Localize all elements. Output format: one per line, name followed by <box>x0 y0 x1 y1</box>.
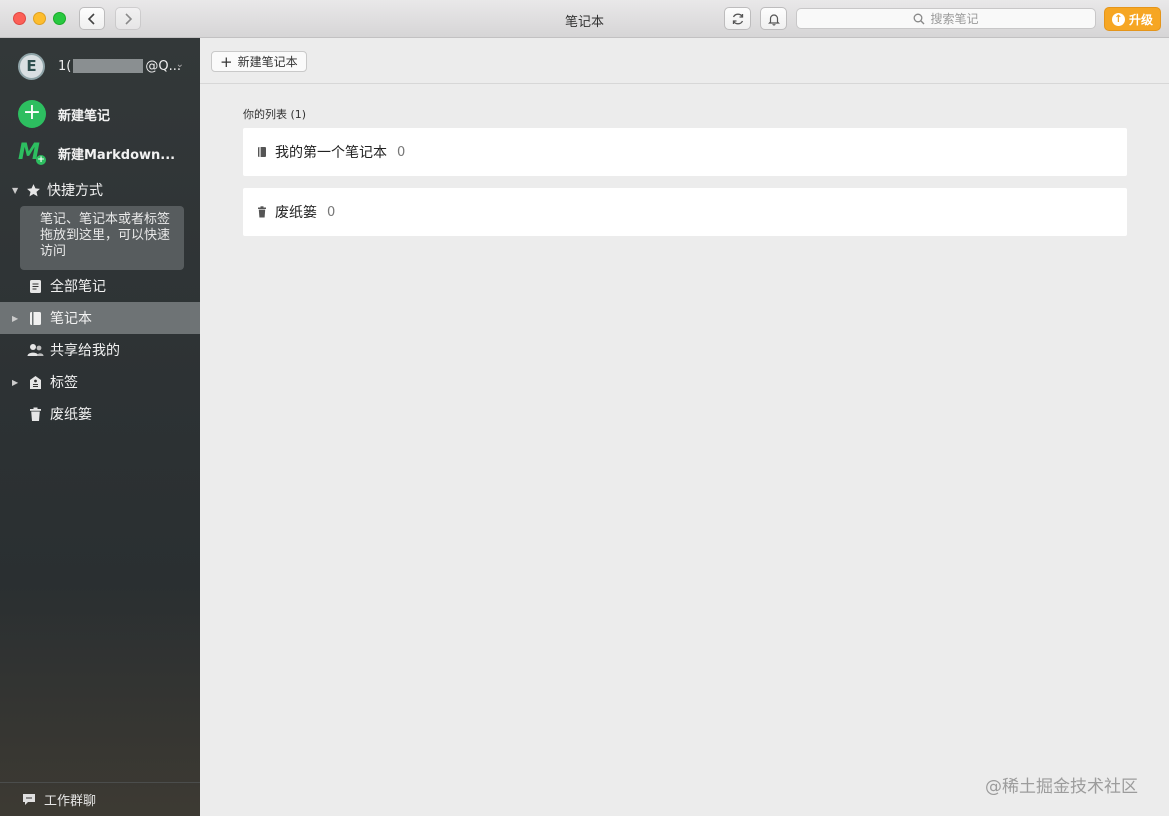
notes-icon <box>26 279 44 294</box>
note-count: 0 <box>397 144 406 160</box>
sidebar-item-all-notes[interactable]: 全部笔记 <box>0 270 200 302</box>
upgrade-button[interactable]: ↑ 升级 <box>1104 7 1161 31</box>
upgrade-label: 升级 <box>1128 12 1153 27</box>
sidebar-item-trash[interactable]: 废纸篓 <box>0 398 200 430</box>
sidebar-item-label: 标签 <box>50 375 78 391</box>
redacted-mask <box>73 59 144 73</box>
new-note-label: 新建笔记 <box>58 108 111 124</box>
arrow-up-icon: ↑ <box>1111 12 1125 26</box>
notebook-icon <box>26 311 44 326</box>
work-chat-button[interactable]: 工作群聊 <box>0 782 200 816</box>
search-icon <box>914 13 925 24</box>
people-icon <box>26 343 44 357</box>
notebook-icon <box>258 147 266 157</box>
plus-icon: + <box>220 52 233 71</box>
shortcuts-header[interactable]: ▼ 快捷方式 <box>12 180 103 200</box>
trash-row[interactable]: 废纸篓 0 <box>243 188 1127 236</box>
account-switcher[interactable]: E 1(@Q... ⌄ <box>18 52 188 80</box>
source-credit: @稀土掘金技术社区 <box>985 777 1138 797</box>
sidebar-item-label: 废纸篓 <box>50 407 92 423</box>
disclosure-down-icon: ▼ <box>12 185 19 195</box>
sidebar-item-shared[interactable]: 共享给我的 <box>0 334 200 366</box>
notebook-name: 我的第一个笔记本 <box>275 145 387 161</box>
new-notebook-button[interactable]: + 新建笔记本 <box>211 51 307 72</box>
new-markdown-button[interactable]: M + 新建Markdown... <box>18 140 175 166</box>
sync-icon <box>732 13 743 24</box>
sync-button[interactable] <box>724 7 751 30</box>
trash-icon <box>26 407 44 422</box>
title-bar: 笔记本 搜索笔记 ↑ 升级 <box>0 0 1169 38</box>
markdown-icon: M + <box>18 140 46 165</box>
new-markdown-label: 新建Markdown... <box>58 147 176 163</box>
note-count: 0 <box>327 204 336 220</box>
new-notebook-label: 新建笔记本 <box>237 55 298 69</box>
notebook-row[interactable]: 我的第一个笔记本 0 <box>243 128 1127 176</box>
work-chat-label: 工作群聊 <box>44 794 97 809</box>
sidebar-item-tags[interactable]: ▶ 标签 <box>0 366 200 398</box>
bell-icon <box>767 13 780 26</box>
chat-icon <box>23 793 35 805</box>
trash-icon <box>258 206 266 218</box>
avatar: E <box>18 52 45 80</box>
disclosure-right-icon: ▶ <box>12 377 19 387</box>
shortcuts-hint: 笔记、笔记本或者标签拖放到这里，可以快速访问 <box>20 206 184 270</box>
notification-button[interactable] <box>760 7 787 30</box>
sidebar: E 1(@Q... ⌄ + 新建笔记 M + 新建Markdown... ▼ 快捷… <box>0 38 200 816</box>
new-note-button[interactable]: + 新建笔记 <box>18 100 110 128</box>
star-icon <box>27 183 40 196</box>
tag-icon <box>26 375 44 390</box>
plus-icon: + <box>18 100 46 128</box>
account-name-prefix: 1( <box>58 58 72 74</box>
main-toolbar: + 新建笔记本 <box>200 38 1169 84</box>
trash-name: 废纸篓 <box>275 205 317 221</box>
disclosure-right-icon: ▶ <box>12 313 19 323</box>
sidebar-item-notebooks[interactable]: ▶ 笔记本 <box>0 302 200 334</box>
sidebar-item-label: 共享给我的 <box>50 343 120 359</box>
main-panel: + 新建笔记本 你的列表 (1) 我的第一个笔记本 0 废纸篓 0 <box>200 38 1169 816</box>
sidebar-item-label: 笔记本 <box>50 311 92 327</box>
chevron-down-icon: ⌄ <box>175 59 184 70</box>
search-input[interactable]: 搜索笔记 <box>796 8 1096 29</box>
account-name: 1(@Q... <box>58 59 181 74</box>
list-heading: 你的列表 (1) <box>243 108 307 121</box>
shortcuts-label: 快捷方式 <box>47 183 103 199</box>
search-placeholder: 搜索笔记 <box>930 12 979 26</box>
sidebar-item-label: 全部笔记 <box>50 279 106 295</box>
